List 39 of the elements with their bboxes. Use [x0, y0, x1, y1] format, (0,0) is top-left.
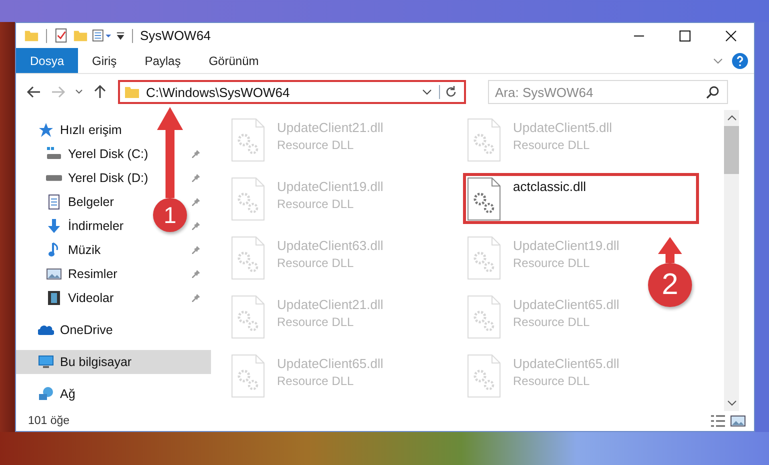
file-name: UpdateClient63.dll — [277, 238, 384, 253]
address-bar[interactable]: C:\Windows\SysWOW64 — [118, 80, 466, 104]
file-type: Resource DLL — [277, 315, 355, 329]
window-title: SysWOW64 — [140, 28, 211, 43]
file-name: UpdateClient21.dll — [277, 120, 384, 135]
file-item[interactable]: actclassic.dll — [463, 173, 699, 224]
file-type: Resource DLL — [277, 197, 355, 211]
file-type: Resource DLL — [513, 315, 591, 329]
nav-item[interactable]: İndirmeler — [46, 214, 124, 238]
ribbon-tab[interactable]: Dosya — [16, 48, 78, 73]
file-name: UpdateClient5.dll — [513, 120, 612, 135]
ribbon-tab[interactable]: Görünüm — [194, 48, 273, 73]
file-name: UpdateClient19.dll — [277, 179, 384, 194]
nav-item[interactable]: Belgeler — [46, 190, 114, 214]
file-name: UpdateClient65.dll — [277, 356, 384, 371]
item-count: 101 öğe — [28, 415, 70, 427]
ribbon-tab[interactable]: Giriş — [78, 48, 131, 73]
nav-item[interactable]: Resimler — [46, 262, 118, 286]
file-type: Resource DLL — [277, 138, 355, 152]
file-name: UpdateClient65.dll — [513, 297, 620, 312]
nav-item[interactable]: Yerel Disk (D:) — [46, 166, 148, 190]
file-type: Resource DLL — [513, 138, 591, 152]
file-name: UpdateClient21.dll — [277, 297, 384, 312]
file-type: Resource DLL — [277, 374, 355, 388]
file-name: actclassic.dll — [513, 179, 586, 194]
file-name: UpdateClient19.dll — [513, 238, 620, 253]
file-type: Resource DLL — [277, 256, 355, 270]
nav-item[interactable]: OneDrive — [38, 318, 113, 342]
ribbon-tab[interactable]: Paylaş — [130, 48, 195, 73]
nav-item[interactable]: Bu bilgisayar — [38, 350, 132, 374]
file-name: UpdateClient65.dll — [513, 356, 620, 371]
search-field[interactable]: Ara: SysWOW64 — [488, 80, 728, 104]
file-type: Resource DLL — [513, 256, 591, 270]
file-type: Resource DLL — [513, 374, 591, 388]
nav-item[interactable]: Ağ — [38, 382, 76, 406]
nav-item[interactable]: Müzik — [46, 238, 101, 262]
nav-item[interactable]: Hızlı erişim — [38, 118, 122, 142]
nav-item[interactable]: Videolar — [46, 286, 114, 310]
nav-item[interactable]: Yerel Disk (C:) — [46, 142, 148, 166]
